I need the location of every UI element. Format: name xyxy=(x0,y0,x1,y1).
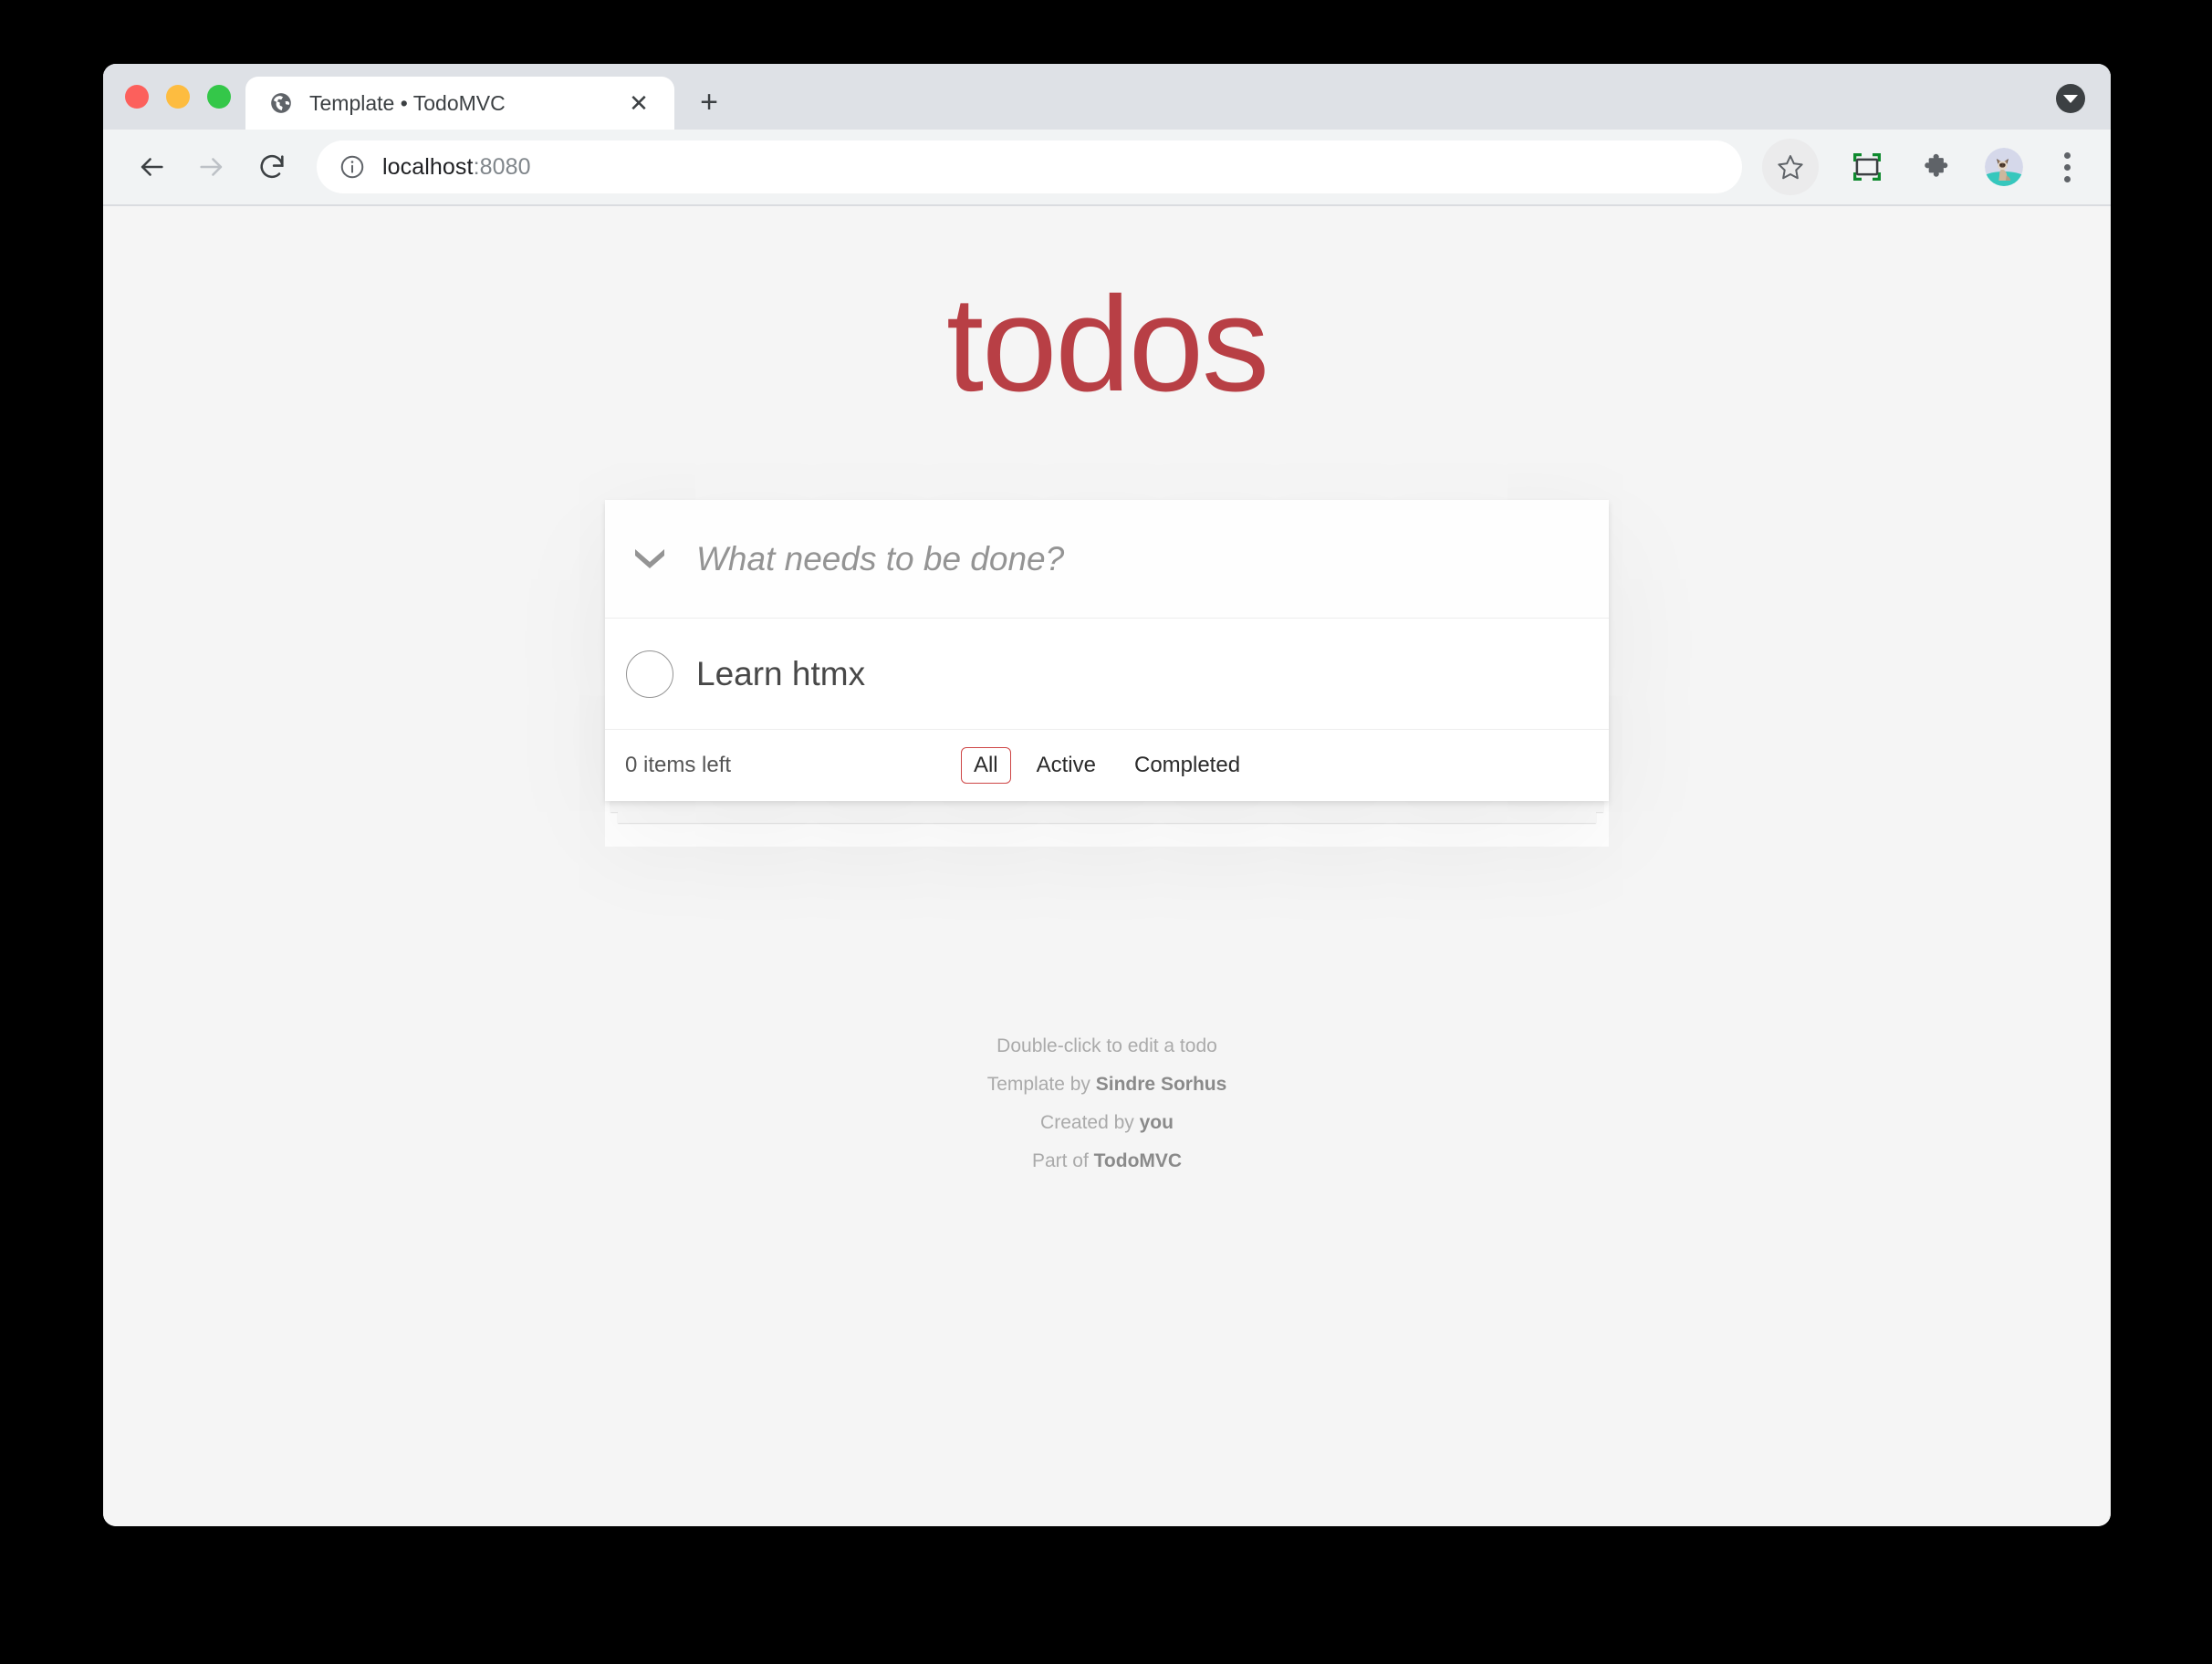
window-traffic-lights xyxy=(120,64,245,130)
chevron-down-icon xyxy=(631,545,668,573)
new-tab-button[interactable]: + xyxy=(683,77,735,128)
minimize-window-button[interactable] xyxy=(166,85,190,109)
cat-avatar[interactable] xyxy=(1985,148,2023,186)
info-line-created: Created by you xyxy=(103,1113,2111,1132)
info-footer: Double-click to edit a todo Template by … xyxy=(103,1036,2111,1190)
info-partof-prefix: Part of xyxy=(1031,1150,1094,1171)
url-host: localhost xyxy=(382,153,474,180)
url-text: localhost:8080 xyxy=(382,154,531,181)
maximize-window-button[interactable] xyxy=(207,85,231,109)
todo-app-wrapper: Learn htmx 0 items left All Active Compl… xyxy=(605,500,1609,847)
three-dot-menu-icon[interactable] xyxy=(2047,142,2087,192)
close-window-button[interactable] xyxy=(125,85,149,109)
back-button[interactable] xyxy=(123,139,180,195)
info-template-prefix: Template by xyxy=(986,1074,1096,1095)
info-line-partof: Part of TodoMVC xyxy=(103,1151,2111,1170)
browser-window: Template • TodoMVC ✕ + localhost:8080 to… xyxy=(103,64,2111,1526)
browser-tab[interactable]: Template • TodoMVC ✕ xyxy=(245,77,674,130)
forward-button[interactable] xyxy=(183,139,240,195)
todo-toggle-cell xyxy=(605,619,694,730)
card-stack-layer xyxy=(610,801,1603,812)
new-todo-input[interactable] xyxy=(694,539,1609,578)
info-circle-icon[interactable] xyxy=(339,153,366,181)
url-port: :8080 xyxy=(473,153,531,180)
new-todo-row xyxy=(605,500,1609,619)
screen-capture-icon[interactable] xyxy=(1842,142,1892,192)
tab-title: Template • TodoMVC xyxy=(309,90,506,115)
globe-icon xyxy=(269,91,293,115)
todo-app-card: Learn htmx 0 items left All Active Compl… xyxy=(605,500,1609,847)
close-tab-button[interactable]: ✕ xyxy=(623,88,654,119)
info-line-hint: Double-click to edit a todo xyxy=(996,1035,1217,1056)
info-line-template: Template by Sindre Sorhus xyxy=(103,1075,2111,1094)
card-stack-layer xyxy=(618,812,1596,823)
tab-search-button[interactable] xyxy=(2056,84,2085,113)
info-partof-link[interactable]: TodoMVC xyxy=(1094,1150,1182,1171)
info-created-link[interactable]: you xyxy=(1140,1112,1174,1133)
filter-completed[interactable]: Completed xyxy=(1122,747,1253,784)
chevron-down-glyph xyxy=(2063,94,2078,103)
address-bar[interactable]: localhost:8080 xyxy=(317,140,1742,193)
browser-toolbar: localhost:8080 xyxy=(103,130,2111,204)
filter-list: All Active Completed xyxy=(605,747,1609,784)
todo-checkbox-icon[interactable] xyxy=(626,650,673,698)
menu-dot xyxy=(2063,151,2071,159)
filter-all[interactable]: All xyxy=(960,747,1011,784)
page-title: todos xyxy=(945,269,1269,420)
bookmark-star-icon[interactable] xyxy=(1762,139,1819,195)
filter-active[interactable]: Active xyxy=(1024,747,1109,784)
todo-item-label: Learn htmx xyxy=(696,655,866,692)
tab-search-icon xyxy=(2056,84,2085,113)
toggle-all-button[interactable] xyxy=(605,500,694,619)
info-template-link[interactable]: Sindre Sorhus xyxy=(1096,1074,1227,1095)
page-content: todos What needs to be done? Learn htmx … xyxy=(103,206,2111,1526)
menu-dot xyxy=(2063,163,2071,171)
todo-footer: 0 items left All Active Completed xyxy=(605,730,1609,801)
todo-list-item[interactable]: Learn htmx xyxy=(605,619,1609,730)
menu-dot xyxy=(2063,175,2071,182)
tab-strip: Template • TodoMVC ✕ + xyxy=(103,64,2111,130)
reload-button[interactable] xyxy=(244,139,300,195)
puzzle-piece-icon[interactable] xyxy=(1914,142,1963,192)
info-created-prefix: Created by xyxy=(1040,1112,1140,1133)
